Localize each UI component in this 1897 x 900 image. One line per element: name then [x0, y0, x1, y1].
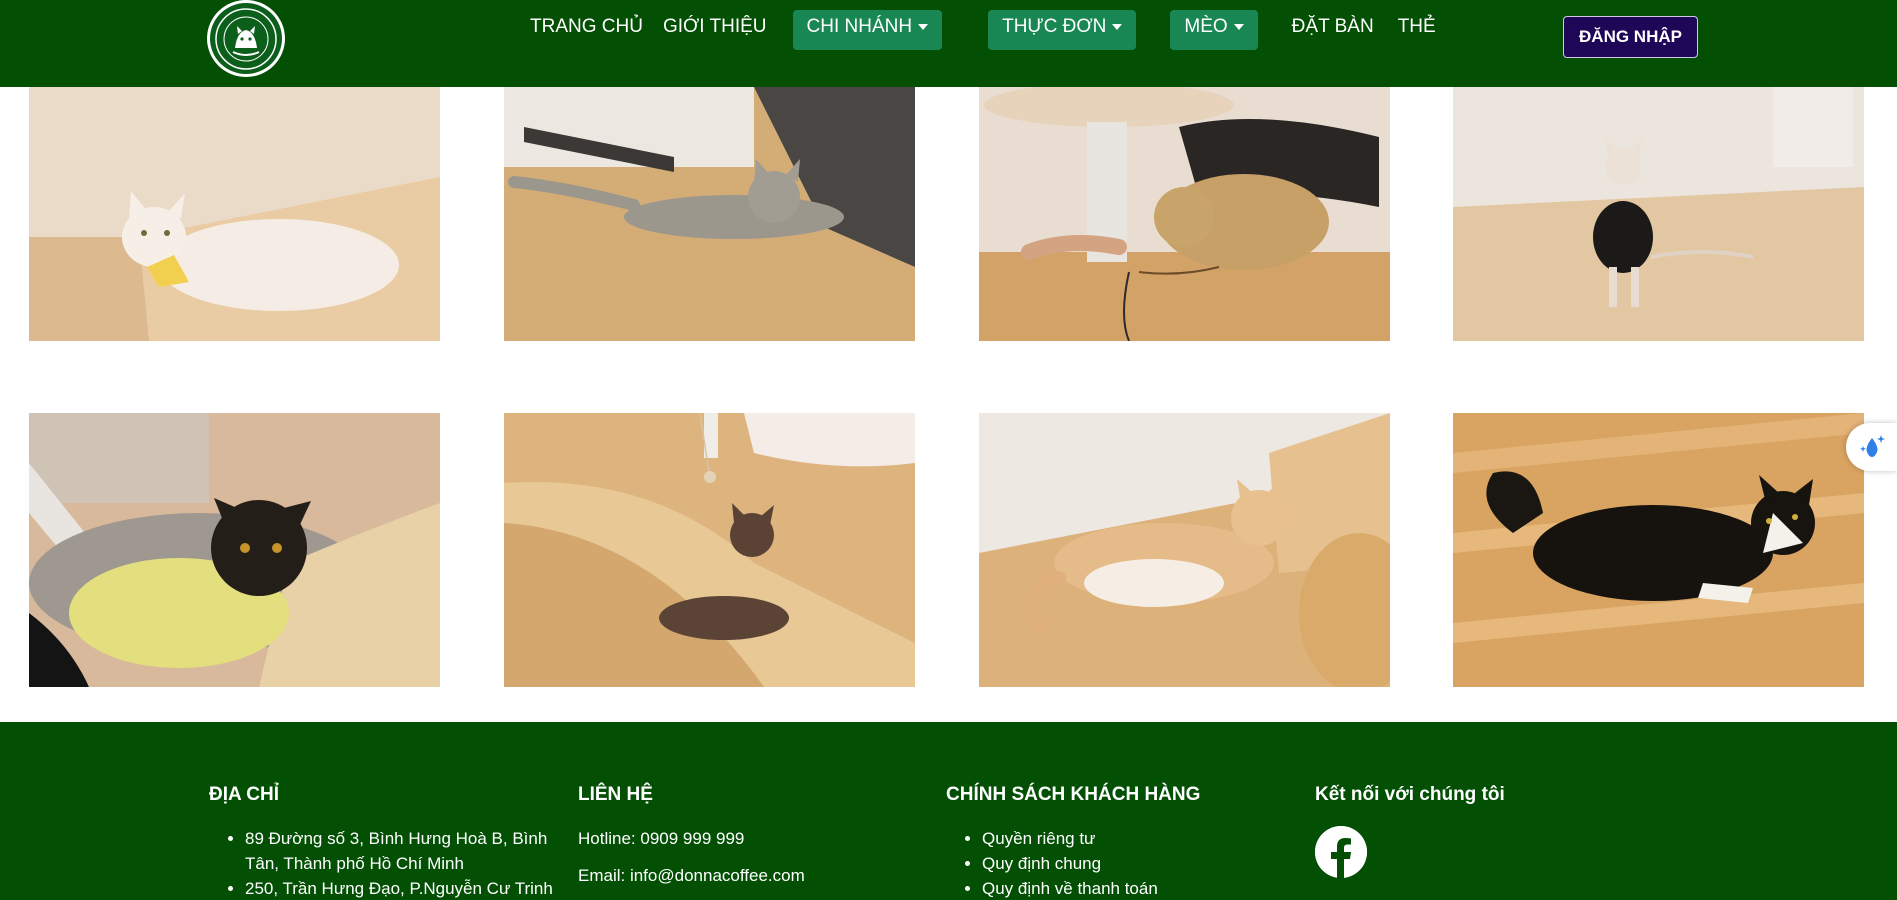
cat-image — [1453, 87, 1864, 341]
email-text: Email: info@donnacoffee.com — [578, 866, 805, 885]
footer-social-title: Kết nối với chúng tôi — [1315, 784, 1505, 805]
nav-meo-label: MÈO — [1184, 16, 1228, 37]
address-item: 89 Đường số 3, Bình Hưng Hoà B, Bình Tân… — [245, 826, 559, 876]
chevron-down-icon — [918, 23, 929, 30]
footer-policy-title: CHÍNH SÁCH KHÁCH HÀNG — [946, 784, 1201, 805]
policy-list: Quyền riêng tư Quy định chung Quy định v… — [946, 826, 1200, 900]
water-drop-sparkle-icon — [1859, 435, 1885, 457]
cat-photo-2[interactable] — [504, 87, 915, 341]
logo-icon — [215, 7, 277, 70]
address-item: 250, Trần Hưng Đạo, P.Nguyễn Cư Trinh — [245, 876, 559, 900]
nav-trang-chu[interactable]: TRANG CHỦ — [520, 10, 653, 50]
cat-coffee-logo[interactable] — [207, 0, 285, 77]
footer-contact-title: LIÊN HỆ — [578, 784, 653, 805]
floating-assistant-button[interactable] — [1846, 423, 1897, 471]
site-header: TRANG CHỦ GIỚI THIỆU CHI NHÁNH THỰC ĐƠN … — [0, 0, 1897, 87]
hotline-text: Hotline: 0909 999 999 — [578, 829, 745, 848]
cat-photo-1[interactable] — [29, 87, 440, 341]
cat-image — [979, 87, 1390, 341]
nav-the[interactable]: THẺ — [1388, 10, 1446, 50]
nav-thuc-don-dropdown[interactable]: THỰC ĐƠN — [988, 10, 1137, 50]
footer-policy: CHÍNH SÁCH KHÁCH HÀNG Quyền riêng tư Quy… — [946, 784, 1200, 900]
facebook-glyph — [1315, 826, 1367, 878]
login-button[interactable]: ĐĂNG NHẬP — [1563, 16, 1698, 58]
nav-dat-ban[interactable]: ĐẶT BÀN — [1282, 10, 1384, 50]
footer-contact: LIÊN HỆ Hotline: 0909 999 999 Email: inf… — [578, 784, 805, 900]
footer-address: ĐỊA CHỈ 89 Đường số 3, Bình Hưng Hoà B, … — [209, 784, 559, 900]
policy-link-privacy[interactable]: Quyền riêng tư — [982, 826, 1200, 851]
cat-image — [979, 413, 1390, 687]
chevron-down-icon — [1112, 23, 1123, 30]
cat-image — [29, 413, 440, 687]
nav-meo-dropdown[interactable]: MÈO — [1170, 10, 1258, 50]
chevron-down-icon — [1233, 23, 1244, 30]
main-nav: TRANG CHỦ GIỚI THIỆU CHI NHÁNH THỰC ĐƠN … — [520, 10, 1446, 50]
cat-photo-3[interactable] — [979, 87, 1390, 341]
site-footer: ĐỊA CHỈ 89 Đường số 3, Bình Hưng Hoà B, … — [0, 722, 1897, 900]
cat-photo-8[interactable] — [1453, 413, 1864, 687]
policy-link-payment[interactable]: Quy định về thanh toán — [982, 876, 1200, 900]
nav-thuc-don-label: THỰC ĐƠN — [1002, 16, 1107, 37]
cat-photo-7[interactable] — [979, 413, 1390, 687]
cat-photo-4[interactable] — [1453, 87, 1864, 341]
cat-photo-6[interactable] — [504, 413, 915, 687]
cat-photo-5[interactable] — [29, 413, 440, 687]
nav-chi-nhanh-dropdown[interactable]: CHI NHÁNH — [792, 10, 943, 50]
policy-link-general[interactable]: Quy định chung — [982, 851, 1200, 876]
address-list: 89 Đường số 3, Bình Hưng Hoà B, Bình Tân… — [209, 826, 559, 900]
cat-image — [1453, 413, 1864, 687]
cat-image — [504, 87, 915, 341]
cat-image — [29, 87, 440, 341]
cat-image — [504, 413, 915, 687]
footer-social: Kết nối với chúng tôi — [1315, 784, 1505, 878]
facebook-icon[interactable] — [1315, 826, 1367, 878]
nav-gioi-thieu[interactable]: GIỚI THIỆU — [653, 10, 777, 50]
nav-chi-nhanh-label: CHI NHÁNH — [806, 16, 913, 37]
footer-address-title: ĐỊA CHỈ — [209, 784, 280, 805]
